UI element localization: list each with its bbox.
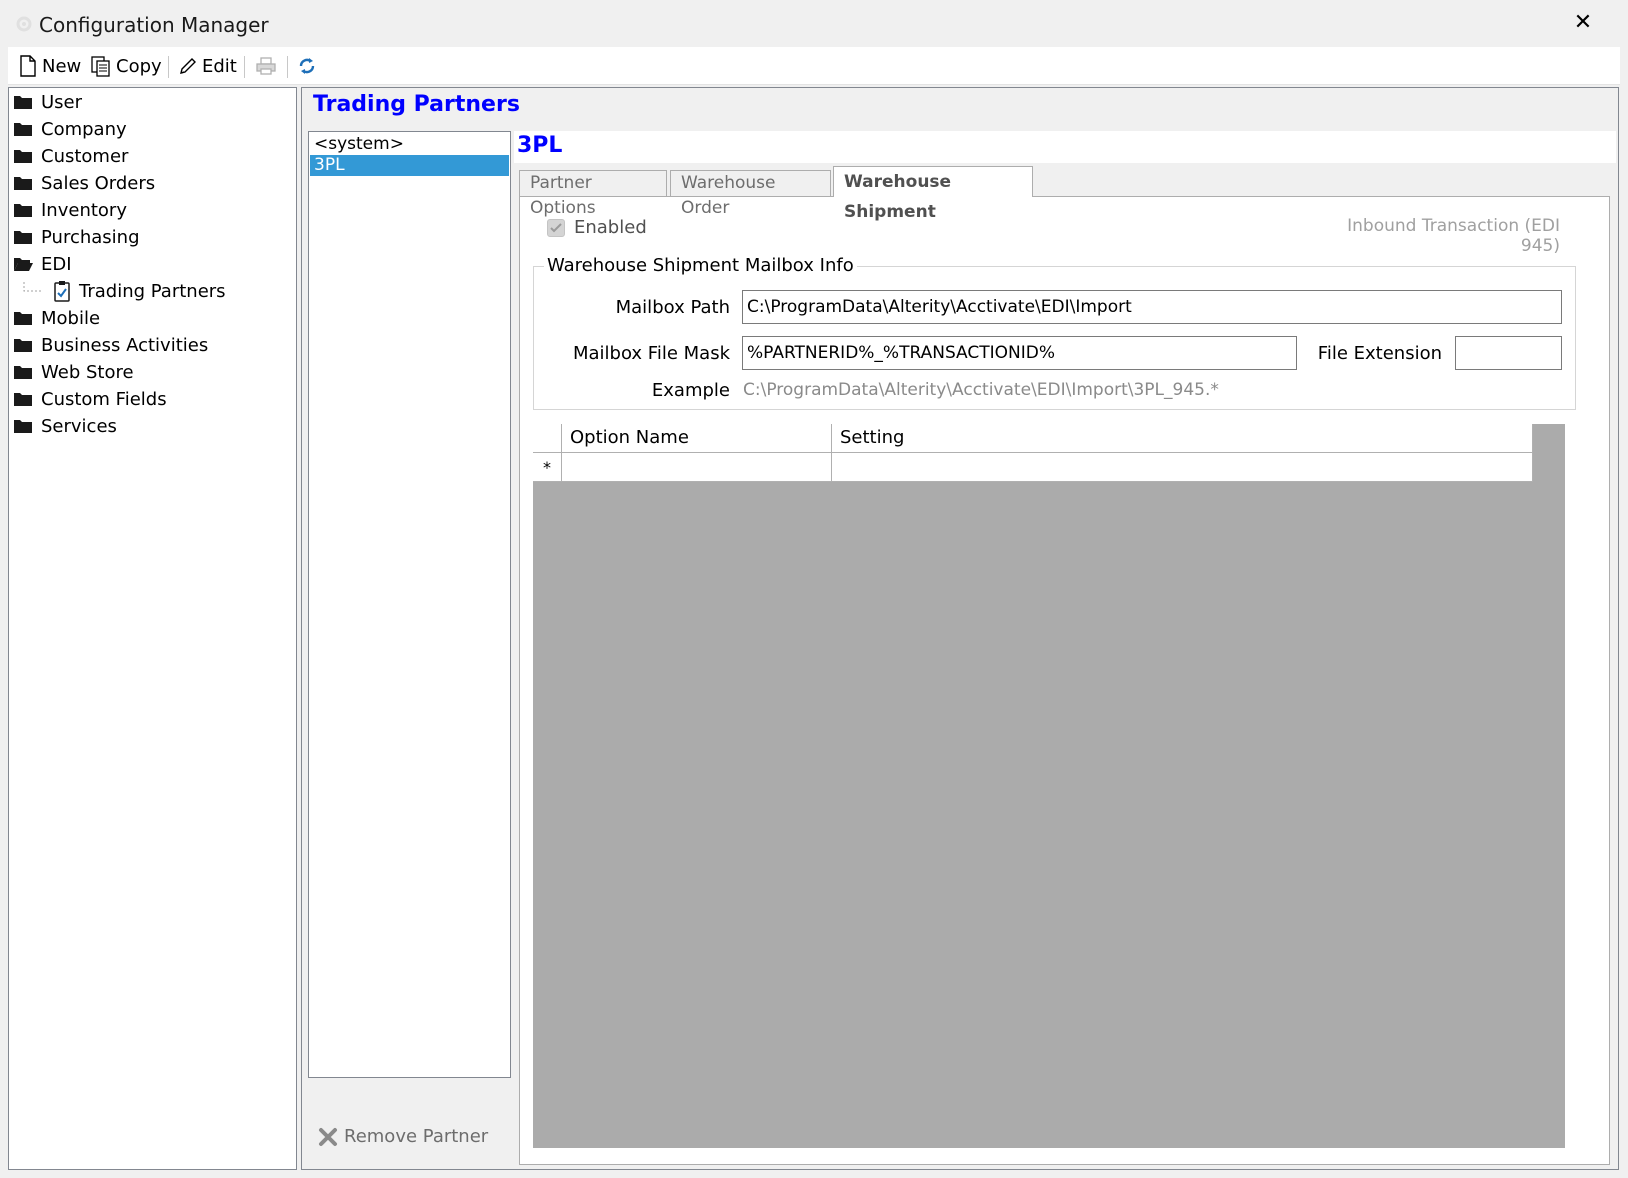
toolbar-separator (168, 56, 169, 78)
folder-icon (14, 231, 32, 244)
folder-icon (14, 339, 32, 352)
partner-list[interactable]: <system> 3PL (308, 131, 511, 1078)
nav-item-label: Inventory (41, 199, 127, 221)
copy-label: Copy (116, 55, 162, 77)
example-label: Example (651, 380, 730, 401)
new-row-marker: * (533, 453, 562, 482)
new-document-icon (20, 55, 36, 77)
edit-button[interactable]: Edit (178, 52, 237, 80)
folder-icon (14, 204, 32, 217)
file-extension-field[interactable] (1455, 336, 1562, 370)
folder-icon (14, 177, 32, 190)
printer-icon (256, 57, 276, 75)
nav-item-label: Web Store (41, 361, 134, 383)
nav-item-label: Services (41, 415, 117, 437)
nav-item-label: Business Activities (41, 334, 209, 356)
nav-item-mobile[interactable]: Mobile (13, 305, 100, 331)
nav-item-services[interactable]: Services (13, 413, 117, 439)
toolbar-separator (244, 56, 245, 78)
grid-header: Option Name Setting (533, 424, 1533, 453)
enabled-label: Enabled (574, 217, 647, 238)
tab-partner-options[interactable]: Partner Options (519, 170, 667, 218)
tab-warehouse-shipment[interactable]: Warehouse Shipment (833, 166, 1033, 222)
nav-item-inventory[interactable]: Inventory (13, 197, 127, 223)
options-grid[interactable] (533, 424, 1565, 1148)
new-row-option-name-cell[interactable] (562, 453, 832, 482)
nav-item-web-store[interactable]: Web Store (13, 359, 134, 385)
nav-item-business-activities[interactable]: Business Activities (13, 332, 208, 358)
clipboard-icon (54, 281, 70, 302)
refresh-button[interactable] (296, 52, 318, 80)
column-header-setting[interactable]: Setting (832, 424, 1533, 453)
edit-label: Edit (202, 55, 237, 77)
refresh-icon (299, 58, 315, 74)
nav-item-label: EDI (41, 253, 72, 275)
nav-item-label: Mobile (41, 307, 101, 329)
toolbar: New Copy Edit (8, 47, 1620, 85)
column-header-option-name[interactable]: Option Name (562, 424, 832, 453)
checkbox-box[interactable] (547, 218, 565, 237)
nav-item-user[interactable]: User (13, 89, 82, 115)
partner-header (514, 131, 1616, 163)
nav-item-edi[interactable]: EDI (13, 251, 72, 277)
nav-item-purchasing[interactable]: Purchasing (13, 224, 140, 250)
toolbar-separator (287, 56, 288, 78)
remove-partner-label: Remove Partner (344, 1126, 489, 1147)
nav-item-custom-fields[interactable]: Custom Fields (13, 386, 167, 412)
copy-icon (91, 56, 110, 77)
folder-icon (14, 96, 32, 109)
nav-item-label: Customer (41, 145, 129, 167)
inbound-transaction-label: Inbound Transaction (EDI 945) (1347, 216, 1560, 256)
tree-connector-icon (23, 282, 42, 292)
nav-item-label: User (41, 91, 83, 113)
mailbox-path-label: Mailbox Path (615, 297, 730, 318)
row-header-cell (533, 424, 562, 453)
folder-icon (14, 150, 32, 163)
nav-item-label: Trading Partners (79, 280, 226, 302)
nav-item-label: Company (41, 118, 127, 140)
nav-item-company[interactable]: Company (13, 116, 127, 142)
new-row-setting-cell[interactable] (832, 453, 1533, 482)
group-title: Warehouse Shipment Mailbox Info (544, 255, 857, 276)
navigation-tree: User Company Customer Sales Orders Inven… (8, 87, 297, 1170)
copy-button[interactable]: Copy (90, 52, 162, 80)
tab-warehouse-order[interactable]: Warehouse Order (670, 170, 831, 218)
window-title: Configuration Manager (39, 13, 269, 37)
grid-new-row[interactable]: * (533, 453, 1533, 482)
partner-item-system[interactable]: <system> (310, 134, 509, 155)
example-value: C:\ProgramData\Alterity\Acctivate\EDI\Im… (743, 380, 1219, 400)
page-title: Trading Partners (313, 92, 520, 117)
enabled-checkbox[interactable]: Enabled (547, 217, 647, 238)
checkmark-icon (550, 222, 562, 232)
remove-x-icon (319, 1127, 337, 1146)
nav-item-trading-partners[interactable]: Trading Partners (23, 278, 226, 304)
file-mask-label: Mailbox File Mask (572, 343, 730, 364)
partner-name: 3PL (517, 133, 563, 158)
folder-icon (14, 366, 32, 379)
folder-open-icon (14, 258, 33, 271)
file-mask-field[interactable]: %PARTNERID%_%TRANSACTIONID% (742, 336, 1297, 370)
mailbox-path-field[interactable]: C:\ProgramData\Alterity\Acctivate\EDI\Im… (742, 290, 1562, 324)
partner-item-3pl[interactable]: 3PL (310, 155, 509, 176)
folder-icon (14, 420, 32, 433)
print-button[interactable] (255, 52, 277, 80)
remove-partner-button[interactable]: Remove Partner (318, 1126, 488, 1147)
pencil-icon (180, 58, 196, 74)
nav-item-label: Custom Fields (41, 388, 167, 410)
nav-item-label: Purchasing (41, 226, 140, 248)
new-button[interactable]: New (18, 52, 81, 80)
nav-item-label: Sales Orders (41, 172, 156, 194)
folder-icon (14, 312, 32, 325)
new-label: New (42, 55, 82, 77)
close-icon[interactable]: ✕ (1568, 8, 1598, 38)
folder-icon (14, 123, 32, 136)
file-extension-label: File Extension (1317, 343, 1442, 364)
gear-icon (16, 16, 32, 32)
folder-icon (14, 393, 32, 406)
nav-item-sales-orders[interactable]: Sales Orders (13, 170, 155, 196)
nav-item-customer[interactable]: Customer (13, 143, 128, 169)
